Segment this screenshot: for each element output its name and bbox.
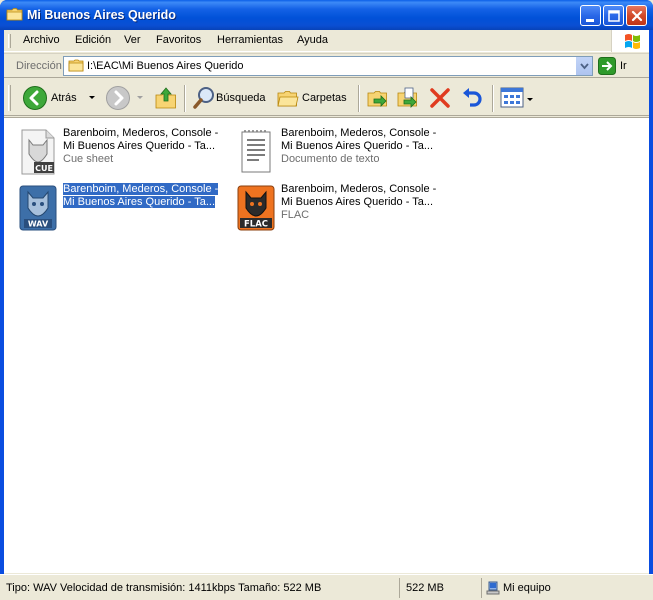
- close-icon: [631, 10, 643, 22]
- file-name: Barenboim, Mederos, Console - Mi Buenos …: [63, 127, 219, 152]
- go-button[interactable]: Ir: [620, 60, 627, 72]
- windows-logo-icon: [611, 30, 649, 52]
- window-title: Mi Buenos Aires Querido: [27, 8, 176, 22]
- status-file-info: Tipo: WAV Velocidad de transmisión: 1411…: [4, 578, 400, 598]
- search-icon: [193, 87, 214, 109]
- views-icon: [500, 87, 524, 108]
- svg-text:WAV: WAV: [28, 220, 49, 229]
- file-name-selected: Barenboim, Mederos, Console - Mi Buenos …: [63, 183, 219, 208]
- file-item-txt[interactable]: Barenboim, Mederos, Console - Mi Buenos …: [226, 124, 436, 176]
- status-location: Mi equipo: [503, 582, 551, 594]
- maximize-button[interactable]: [603, 5, 624, 26]
- maximize-icon: [608, 10, 620, 22]
- status-bar: Tipo: WAV Velocidad de transmisión: 1411…: [0, 574, 653, 600]
- file-name: Barenboim, Mederos, Console - Mi Buenos …: [281, 127, 437, 152]
- menu-edicion[interactable]: Edición: [75, 34, 111, 46]
- undo-button[interactable]: [458, 83, 486, 113]
- address-input[interactable]: I:\EAC\Mi Buenos Aires Querido: [63, 56, 593, 76]
- delete-x-icon: [430, 88, 450, 108]
- file-item-wav[interactable]: WAV Barenboim, Mederos, Console - Mi Bue…: [8, 180, 219, 232]
- minimize-icon: [586, 19, 594, 22]
- up-folder-icon: [155, 87, 176, 109]
- minimize-button[interactable]: [580, 5, 601, 26]
- address-label: Dirección: [16, 60, 62, 72]
- back-button[interactable]: Atrás: [18, 83, 98, 113]
- file-item-flac[interactable]: FLAC Barenboim, Mederos, Console - Mi Bu…: [226, 180, 436, 232]
- copy-to-folder-icon: [397, 87, 417, 108]
- file-type: Cue sheet: [63, 153, 114, 165]
- menu-herramientas[interactable]: Herramientas: [217, 34, 283, 46]
- back-label: Atrás: [51, 92, 77, 104]
- search-label: Búsqueda: [216, 92, 266, 104]
- status-zone: Mi equipo: [486, 578, 648, 598]
- move-to-folder-icon: [367, 91, 387, 107]
- undo-icon: [463, 88, 482, 107]
- menu-favoritos[interactable]: Favoritos: [156, 34, 201, 46]
- cue-file-icon: CUE: [21, 129, 55, 175]
- chevron-down-icon: [137, 96, 143, 99]
- chevron-down-icon: [527, 98, 533, 101]
- menu-ayuda[interactable]: Ayuda: [297, 34, 328, 46]
- my-computer-icon: [486, 581, 500, 595]
- address-bar: Dirección I:\EAC\Mi Buenos Aires Querido…: [4, 53, 649, 78]
- menu-ver[interactable]: Ver: [124, 34, 141, 46]
- close-button[interactable]: [626, 5, 647, 26]
- address-value: I:\EAC\Mi Buenos Aires Querido: [87, 60, 244, 72]
- file-name: Barenboim, Mederos, Console - Mi Buenos …: [281, 183, 437, 208]
- flac-file-icon: FLAC: [237, 185, 275, 231]
- file-list-view[interactable]: CUE Barenboim, Mederos, Console - Mi Bue…: [4, 117, 649, 573]
- file-item-cue[interactable]: CUE Barenboim, Mederos, Console - Mi Bue…: [8, 124, 218, 176]
- title-bar[interactable]: Mi Buenos Aires Querido: [0, 0, 653, 30]
- folders-button[interactable]: Carpetas: [274, 83, 354, 113]
- delete-button[interactable]: [426, 83, 454, 113]
- folders-label: Carpetas: [302, 92, 347, 104]
- text-document-icon: [241, 130, 271, 173]
- folder-icon: [68, 59, 84, 72]
- search-button[interactable]: Búsqueda: [190, 83, 270, 113]
- up-folder-button[interactable]: [152, 83, 180, 113]
- folders-icon: [277, 91, 299, 107]
- folder-icon: [6, 8, 23, 21]
- back-arrow-icon: [23, 86, 47, 110]
- file-type: FLAC: [281, 209, 310, 221]
- views-button[interactable]: [498, 83, 534, 113]
- menu-bar: Archivo Edición Ver Favoritos Herramient…: [4, 30, 649, 52]
- status-size: 522 MB: [404, 578, 482, 598]
- svg-text:CUE: CUE: [35, 164, 53, 173]
- file-type: Documento de texto: [281, 153, 380, 165]
- go-arrow-icon[interactable]: [598, 57, 616, 75]
- chevron-down-icon: [580, 63, 589, 70]
- wav-file-icon: WAV: [19, 185, 57, 231]
- move-to-button[interactable]: [364, 83, 392, 113]
- chevron-down-icon[interactable]: [88, 95, 96, 101]
- menu-archivo[interactable]: Archivo: [23, 34, 60, 46]
- standard-toolbar: Atrás Búsqueda Carpetas: [4, 79, 649, 116]
- svg-text:FLAC: FLAC: [244, 220, 268, 230]
- address-dropdown-button[interactable]: [575, 57, 592, 75]
- forward-button[interactable]: [102, 83, 146, 113]
- forward-arrow-icon: [106, 86, 130, 110]
- copy-to-button[interactable]: [394, 83, 422, 113]
